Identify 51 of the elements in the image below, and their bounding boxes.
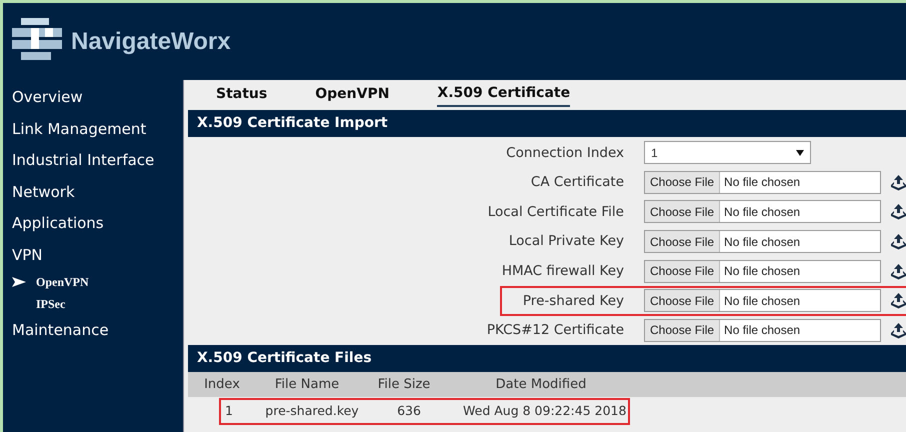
sidebar-item[interactable]: Maintenance <box>3 315 109 346</box>
upload-icon[interactable] <box>890 233 906 250</box>
sidebar-subitem[interactable]: IPSec <box>3 293 66 315</box>
table-cell: Wed Aug 8 09:22:45 2018 <box>463 403 626 418</box>
upload-icon[interactable] <box>890 174 906 191</box>
file-input[interactable]: Choose File No file chosen <box>644 230 881 254</box>
upload-icon[interactable] <box>890 262 906 280</box>
field-label: Local Certificate File <box>488 204 624 220</box>
table-cell: 1 <box>225 403 233 418</box>
field-label: CA Certificate <box>530 174 624 190</box>
sidebar-item[interactable]: VPN <box>3 240 43 271</box>
upload-icon[interactable] <box>890 292 906 310</box>
select-field[interactable]: 1 <box>644 141 811 164</box>
brand-name: NavigateWorx <box>71 26 231 56</box>
choose-file-button[interactable]: Choose File <box>645 320 720 341</box>
field-label: HMAC firewall Key <box>502 263 624 280</box>
file-input[interactable]: Choose File No file chosen <box>644 260 881 283</box>
upload-icon[interactable] <box>890 203 906 220</box>
sidebar-item[interactable]: Applications <box>3 208 104 240</box>
upload-icon[interactable] <box>890 322 906 339</box>
field-label: Local Private Key <box>508 233 624 250</box>
column-header: Index <box>204 376 240 392</box>
field-label: PKCS#12 Certificate <box>486 322 624 338</box>
column-header: File Name <box>274 376 340 392</box>
sidebar-item[interactable]: Link Management <box>3 114 146 145</box>
arrow-icon <box>12 277 26 287</box>
file-input[interactable]: Choose File No file chosen <box>644 289 881 312</box>
sidebar-subitem[interactable]: OpenVPN <box>3 271 89 293</box>
file-input[interactable]: Choose File No file chosen <box>644 318 881 342</box>
choose-file-button[interactable]: Choose File <box>645 201 720 222</box>
choose-file-button[interactable]: Choose File <box>645 231 720 252</box>
sidebar-item[interactable]: Overview <box>3 82 83 114</box>
tab[interactable]: X.509 Certificate <box>437 83 570 107</box>
field-label: Pre-shared Key <box>522 292 624 309</box>
caret-icon <box>796 150 804 156</box>
table-cell: pre-shared.key <box>265 403 359 418</box>
sidebar-item[interactable]: Industrial Interface <box>3 145 154 176</box>
sidebar-item[interactable]: Network <box>3 176 75 208</box>
column-header: File Size <box>378 376 430 392</box>
column-header: Date Modified <box>496 376 586 392</box>
tab[interactable]: Status <box>216 84 268 106</box>
section-header: X.509 Certificate Import <box>188 110 906 137</box>
field-label: Connection Index <box>506 144 624 161</box>
choose-file-button[interactable]: Choose File <box>645 260 720 282</box>
file-input[interactable]: Choose File No file chosen <box>644 170 881 194</box>
tab[interactable]: OpenVPN <box>315 84 390 106</box>
table-cell: 636 <box>397 403 421 418</box>
choose-file-button[interactable]: Choose File <box>645 172 720 193</box>
choose-file-button[interactable]: Choose File <box>645 290 720 312</box>
file-input[interactable]: Choose File No file chosen <box>644 200 881 224</box>
section-header: X.509 Certificate Files <box>188 345 906 372</box>
